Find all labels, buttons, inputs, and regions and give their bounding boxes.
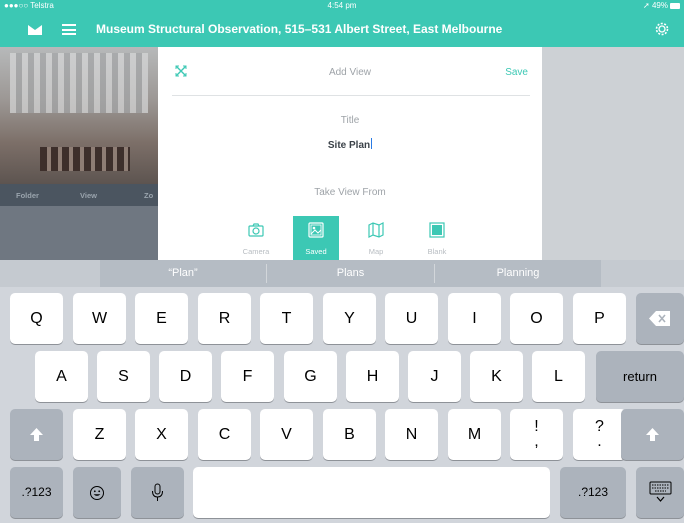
key-i[interactable]: I [448, 293, 501, 344]
key-b[interactable]: B [323, 409, 376, 460]
key-n[interactable]: N [385, 409, 438, 460]
keyboard-icon [649, 481, 672, 502]
key-o[interactable]: O [510, 293, 563, 344]
suggestion-2[interactable]: Plans [267, 260, 434, 287]
add-view-dialog: Add View Save Title Site Plan Take View … [158, 47, 542, 260]
take-view-from-label: Take View From [314, 187, 386, 198]
key-u[interactable]: U [385, 293, 438, 344]
option-map[interactable]: Map [353, 216, 399, 260]
camera-icon [248, 223, 264, 237]
status-bar: ●●●○○ Telstra 4:54 pm ➚ 49% [0, 0, 684, 12]
key-e[interactable]: E [135, 293, 188, 344]
key-l[interactable]: L [532, 351, 585, 402]
blank-icon [429, 222, 445, 238]
key-a[interactable]: A [35, 351, 88, 402]
nav-bar: Museum Structural Observation, 515–531 A… [0, 12, 684, 47]
text-cursor [371, 138, 373, 149]
microphone-icon [152, 483, 163, 501]
numbers-key-left[interactable]: .?123 [10, 467, 63, 518]
key-m[interactable]: M [448, 409, 501, 460]
gallery-photo [0, 47, 158, 184]
key-g[interactable]: G [284, 351, 337, 402]
suggestion-1[interactable]: “Plan” [100, 260, 266, 287]
title-field[interactable]: Site Plan [158, 138, 542, 151]
title-field-label: Title [340, 115, 360, 126]
key-h[interactable]: H [346, 351, 399, 402]
key-v[interactable]: V [260, 409, 313, 460]
tab-view[interactable]: View [80, 191, 97, 200]
key-y[interactable]: Y [323, 293, 376, 344]
map-icon [368, 222, 384, 238]
key-s[interactable]: S [97, 351, 150, 402]
key-d[interactable]: D [159, 351, 212, 402]
battery-percent: 49% [651, 1, 668, 10]
dictation-key[interactable] [131, 467, 184, 518]
project-title: Museum Structural Observation, 515–531 A… [96, 22, 503, 36]
save-button[interactable]: Save [505, 67, 528, 78]
option-label: Saved [305, 247, 327, 256]
suggestion-3[interactable]: Planning [435, 260, 601, 287]
gear-icon[interactable] [654, 21, 670, 37]
key-question-period[interactable]: ? . [573, 409, 626, 460]
keyboard: Q W E R T Y U I O P A S D F G H J K L re… [0, 287, 684, 523]
background-panel: Folder View Zo [0, 47, 158, 260]
emoji-key[interactable] [73, 467, 121, 518]
hide-keyboard-key[interactable] [636, 467, 684, 518]
shift-key-right[interactable] [621, 409, 684, 460]
return-key[interactable]: return [596, 351, 684, 402]
key-c[interactable]: C [198, 409, 251, 460]
key-z[interactable]: Z [73, 409, 126, 460]
key-k[interactable]: K [470, 351, 523, 402]
shift-icon [30, 428, 43, 441]
background-tabs: Folder View Zo [0, 184, 158, 206]
key-w[interactable]: W [73, 293, 126, 344]
option-camera[interactable]: Camera [233, 216, 279, 260]
option-label: Blank [427, 247, 447, 256]
shift-icon [646, 428, 659, 441]
clock: 4:54 pm [327, 1, 357, 10]
key-j[interactable]: J [408, 351, 461, 402]
menu-icon[interactable] [62, 24, 76, 35]
logo-icon[interactable] [28, 25, 42, 35]
title-field-value: Site Plan [327, 140, 371, 151]
backspace-icon [649, 311, 670, 326]
emoji-icon [90, 486, 104, 500]
option-label: Map [368, 247, 384, 256]
option-blank[interactable]: Blank [414, 216, 460, 260]
option-saved[interactable]: Saved [293, 216, 339, 260]
saved-image-icon [308, 222, 324, 238]
backspace-key[interactable] [636, 293, 684, 344]
shift-key-left[interactable] [10, 409, 63, 460]
key-t[interactable]: T [260, 293, 313, 344]
tab-zoom[interactable]: Zo [144, 191, 153, 200]
battery-icon [670, 2, 680, 9]
numbers-key-right[interactable]: .?123 [560, 467, 626, 518]
space-key[interactable] [193, 467, 550, 518]
battery-status: ➚ 49% [643, 1, 680, 10]
dialog-title: Add View [328, 67, 372, 78]
key-x[interactable]: X [135, 409, 188, 460]
key-exclamation-comma[interactable]: ! , [510, 409, 563, 460]
key-p[interactable]: P [573, 293, 626, 344]
key-f[interactable]: F [221, 351, 274, 402]
background-right-panel [542, 47, 684, 260]
key-r[interactable]: R [198, 293, 251, 344]
predictive-text-bar: “Plan” Plans Planning [0, 260, 684, 287]
tab-folder[interactable]: Folder [16, 191, 39, 200]
divider [172, 95, 530, 96]
key-q[interactable]: Q [10, 293, 63, 344]
option-label: Camera [242, 247, 270, 256]
